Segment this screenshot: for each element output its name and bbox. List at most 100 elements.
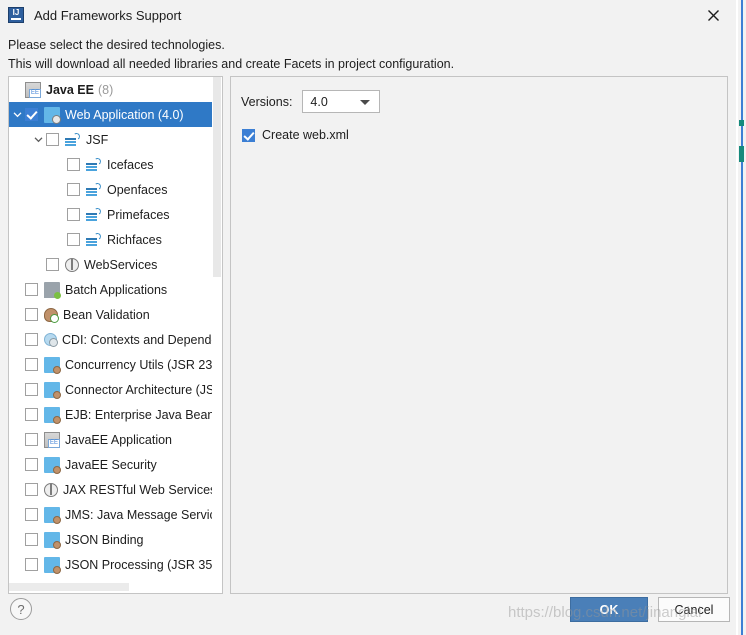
tree-item-checkbox[interactable] — [67, 233, 80, 246]
tree-item[interactable]: JavaEE Security — [9, 452, 214, 477]
tree-vertical-scrollbar-thumb[interactable] — [213, 77, 221, 277]
description-line-2: This will download all needed libraries … — [8, 55, 736, 74]
javaee-icon — [44, 432, 60, 448]
tree-item-checkbox[interactable] — [25, 333, 38, 346]
java-bean-icon — [44, 532, 60, 548]
tree-item-label: JSON Processing (JSR 353) — [65, 558, 214, 572]
tree-item[interactable]: Bean Validation — [9, 302, 214, 327]
tree-item[interactable]: JSON Processing (JSR 353) — [9, 552, 214, 577]
versions-row: Versions: 4.0 — [231, 77, 727, 113]
chevron-down-icon — [360, 100, 370, 105]
tree-item-label: Batch Applications — [65, 283, 167, 297]
tree-item[interactable]: EJB: Enterprise Java Beans — [9, 402, 214, 427]
tree-item-label: JavaEE Security — [65, 458, 157, 472]
versions-select[interactable]: 4.0 — [302, 90, 380, 113]
tree-item[interactable]: JSF — [9, 127, 214, 152]
tree-item-label: Connector Architecture (JSR 322) — [65, 383, 214, 397]
description-line-1: Please select the desired technologies. — [8, 36, 736, 55]
close-icon — [707, 9, 720, 22]
tree-item-checkbox[interactable] — [25, 108, 38, 121]
tree-item-label: Openfaces — [107, 183, 167, 197]
tree-item-checkbox[interactable] — [25, 283, 38, 296]
tree-item-checkbox[interactable] — [25, 358, 38, 371]
create-webxml-label: Create web.xml — [262, 128, 349, 142]
java-bean-icon — [44, 507, 60, 523]
cancel-button[interactable]: Cancel — [658, 597, 730, 622]
java-bean-icon — [44, 407, 60, 423]
web-application-icon — [44, 107, 60, 123]
help-button[interactable]: ? — [10, 598, 32, 620]
close-button[interactable] — [691, 0, 736, 30]
tree-item[interactable]: Icefaces — [9, 152, 214, 177]
tree-item-label: Icefaces — [107, 158, 154, 172]
tree-item[interactable]: CDI: Contexts and Dependency Injection — [9, 327, 214, 352]
tree-item-label: Bean Validation — [63, 308, 150, 322]
cdi-icon — [44, 333, 57, 346]
tree-item-checkbox[interactable] — [25, 433, 38, 446]
dialog-titlebar: Add Frameworks Support — [0, 0, 736, 30]
chevron-down-icon[interactable] — [30, 135, 46, 144]
tree-vertical-scrollbar[interactable] — [212, 77, 222, 582]
tree-item[interactable]: Web Application (4.0) — [9, 102, 214, 127]
jsf-icon — [86, 182, 102, 198]
tree-horizontal-scrollbar-thumb[interactable] — [9, 583, 129, 591]
dialog-description: Please select the desired technologies. … — [0, 30, 736, 74]
tree-item[interactable]: JMS: Java Message Service — [9, 502, 214, 527]
tree-item[interactable]: Batch Applications — [9, 277, 214, 302]
tree-item-label: Primefaces — [107, 208, 170, 222]
tree-item-label: WebServices — [84, 258, 157, 272]
tree-item[interactable]: JAX RESTful Web Services (JAX-RS) — [9, 477, 214, 502]
tree-item[interactable]: Openfaces — [9, 177, 214, 202]
tree-item-label: EJB: Enterprise Java Beans — [65, 408, 214, 422]
tree-rows-container: Web Application (4.0)JSF Icefaces Openface… — [9, 102, 214, 582]
java-bean-icon — [44, 357, 60, 373]
framework-options-panel: Versions: 4.0 Create web.xml — [230, 76, 728, 594]
ok-button[interactable]: OK — [570, 597, 648, 622]
tree-item-checkbox[interactable] — [25, 408, 38, 421]
tree-item-checkbox[interactable] — [25, 308, 38, 321]
ide-vertical-rail — [741, 0, 743, 635]
tree-item-checkbox[interactable] — [25, 508, 38, 521]
tree-item-checkbox[interactable] — [67, 208, 80, 221]
tree-item[interactable]: Richfaces — [9, 227, 214, 252]
tree-item-label: Concurrency Utils (JSR 236) — [65, 358, 214, 372]
tree-item[interactable]: JavaEE Application — [9, 427, 214, 452]
bean-validation-icon — [44, 308, 58, 322]
tree-item[interactable]: Connector Architecture (JSR 322) — [9, 377, 214, 402]
tree-item-checkbox[interactable] — [25, 383, 38, 396]
folder-icon — [44, 282, 60, 298]
jsf-icon — [86, 157, 102, 173]
tree-item-checkbox[interactable] — [46, 258, 59, 271]
javaee-icon — [25, 82, 41, 98]
tree-item-checkbox[interactable] — [25, 483, 38, 496]
tree-item[interactable]: Primefaces — [9, 202, 214, 227]
tree-item-checkbox[interactable] — [25, 558, 38, 571]
ide-inspection-mark — [739, 146, 744, 162]
globe-icon — [65, 258, 79, 272]
create-webxml-checkbox[interactable] — [242, 129, 255, 142]
create-webxml-row[interactable]: Create web.xml — [231, 113, 727, 142]
jsf-icon — [86, 232, 102, 248]
tree-item-checkbox[interactable] — [67, 158, 80, 171]
tree-item-label: CDI: Contexts and Dependency Injection — [62, 333, 214, 347]
tree-item-checkbox[interactable] — [46, 133, 59, 146]
globe-icon — [44, 483, 58, 497]
add-frameworks-support-dialog: Add Frameworks Support Please select the… — [0, 0, 736, 635]
tree-group-java-ee[interactable]: Java EE (8) — [9, 77, 214, 102]
tree-horizontal-scrollbar[interactable] — [9, 582, 223, 593]
dialog-footer: ? OK Cancel — [0, 594, 736, 635]
tree-item[interactable]: JSON Binding — [9, 527, 214, 552]
tree-item-checkbox[interactable] — [25, 533, 38, 546]
java-bean-icon — [44, 457, 60, 473]
tree-item-checkbox[interactable] — [25, 458, 38, 471]
versions-label: Versions: — [241, 95, 292, 109]
tree-item[interactable]: Concurrency Utils (JSR 236) — [9, 352, 214, 377]
chevron-down-icon[interactable] — [9, 110, 25, 119]
tree-group-count: (8) — [98, 83, 113, 97]
frameworks-tree[interactable]: Java EE (8) Web Application (4.0)JSF Icef… — [9, 77, 214, 582]
frameworks-tree-panel: Java EE (8) Web Application (4.0)JSF Icef… — [8, 76, 223, 594]
tree-item-checkbox[interactable] — [67, 183, 80, 196]
tree-item-label: JavaEE Application — [65, 433, 172, 447]
tree-item[interactable]: WebServices — [9, 252, 214, 277]
ide-inspection-mark — [739, 120, 744, 126]
